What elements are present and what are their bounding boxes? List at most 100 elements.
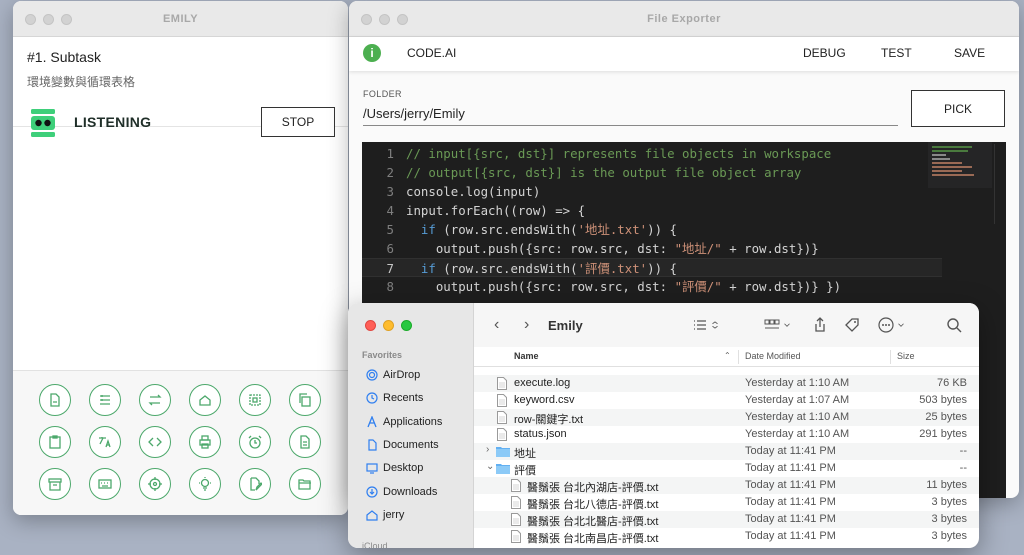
sidebar-item-airdrop[interactable]: AirDrop <box>366 366 420 384</box>
test-menu-item[interactable]: TEST <box>881 46 912 60</box>
more-actions-button[interactable] <box>878 316 906 334</box>
file-row[interactable]: 醫鬚張 台北內湖店-評價.txt Today at 11:41 PM 11 byte… <box>474 477 979 494</box>
view-options-button[interactable] <box>692 316 720 334</box>
tool-button-alarm[interactable] <box>239 426 271 458</box>
code-line[interactable]: 7 if (row.src.endsWith('評價.txt')) { <box>362 258 942 277</box>
line-number: 8 <box>386 279 394 294</box>
sidebar-item-downloads[interactable]: Downloads <box>366 483 437 501</box>
applications-icon <box>367 416 377 428</box>
sidebar-item-documents[interactable]: Documents <box>366 436 439 454</box>
code-line[interactable]: 8 output.push({src: row.src, dst: "評價/" … <box>362 277 942 296</box>
close-window-button[interactable] <box>365 320 376 331</box>
code-token: // input[{src, dst}] represents file obj… <box>406 146 832 161</box>
tool-button-select-all[interactable] <box>239 384 271 416</box>
name-column-header[interactable]: Name <box>514 351 539 361</box>
exporter-window-title: File Exporter <box>647 13 721 25</box>
tool-button-translate[interactable] <box>89 426 121 458</box>
more-icon <box>878 317 894 333</box>
file-row[interactable]: 醫鬚張 台北八德店-評價.txt Today at 11:41 PM 3 bytes <box>474 494 979 511</box>
airdrop-icon <box>366 369 378 381</box>
stop-button[interactable]: STOP <box>261 107 335 137</box>
file-size: 503 bytes <box>919 394 967 406</box>
code-line[interactable]: 3 console.log(input) <box>362 182 942 201</box>
tool-button-code[interactable] <box>139 426 171 458</box>
file-list-icon <box>298 435 312 449</box>
tool-button-clipboard[interactable] <box>39 426 71 458</box>
sidebar-item-desktop[interactable]: Desktop <box>366 459 423 477</box>
search-button[interactable] <box>946 316 962 334</box>
swap-icon <box>148 393 162 407</box>
line-number: 7 <box>386 261 394 276</box>
save-menu-item[interactable]: SAVE <box>954 46 985 60</box>
folder-path-input[interactable] <box>363 102 898 126</box>
tool-button-folder-open[interactable] <box>289 468 321 500</box>
line-number: 1 <box>386 146 394 161</box>
code-line[interactable]: 6 output.push({src: row.src, dst: "地址/" … <box>362 239 942 258</box>
info-icon[interactable]: i <box>363 44 381 62</box>
folder-icon <box>496 447 510 457</box>
file-name: row-關鍵字.txt <box>514 414 584 426</box>
file-size: 3 bytes <box>931 496 967 508</box>
pick-button[interactable]: PICK <box>911 90 1005 127</box>
code-token: console.log(input) <box>406 184 541 199</box>
code-line[interactable]: 5 if (row.src.endsWith('地址.txt')) { <box>362 220 942 239</box>
tool-button-edit-file[interactable] <box>239 468 271 500</box>
back-button[interactable]: ‹ <box>494 316 499 334</box>
tool-button-print[interactable] <box>189 426 221 458</box>
file-row[interactable]: row-關鍵字.txt Yesterday at 1:10 AM 25 bytes <box>474 409 979 426</box>
tool-button-lightbulb[interactable] <box>189 468 221 500</box>
minimize-window-button[interactable] <box>383 320 394 331</box>
sidebar-item-label: Applications <box>383 416 443 428</box>
group-button[interactable] <box>764 316 792 334</box>
sort-ascending-icon: ⌃ <box>724 351 731 360</box>
brand-label: CODE.AI <box>407 46 457 60</box>
sidebar-item-applications[interactable]: Applications <box>366 413 442 431</box>
code-icon <box>148 435 162 449</box>
line-number: 6 <box>386 241 394 256</box>
chevron-down-icon <box>784 323 790 327</box>
size-column-header[interactable]: Size <box>897 351 915 361</box>
file-row[interactable]: status.json Yesterday at 1:10 AM 291 bytes <box>474 426 979 443</box>
download-icon <box>366 486 378 498</box>
file-row[interactable]: › 地址 Today at 11:41 PM -- <box>474 443 979 460</box>
disclosure-closed-icon[interactable]: › <box>486 444 489 455</box>
file-name: 醫鬚張 台北北醫店-評價.txt <box>527 516 659 528</box>
code-line[interactable]: 2 // output[{src, dst}] is the output fil… <box>362 163 942 182</box>
file-size: 3 bytes <box>931 513 967 525</box>
share-button[interactable] <box>812 316 828 334</box>
tool-button-swap[interactable] <box>139 384 171 416</box>
code-line[interactable]: 1 // input[{src, dst}] represents file ob… <box>362 144 942 163</box>
disclosure-open-icon[interactable]: ⌄ <box>486 461 494 472</box>
sidebar-item-recents[interactable]: Recents <box>366 389 423 407</box>
file-row[interactable]: execute.log Yesterday at 1:10 AM 76 KB <box>474 375 979 392</box>
tag-button[interactable] <box>844 316 860 334</box>
editor-scrollbar[interactable] <box>994 144 1002 224</box>
file-row[interactable]: 醫鬚張 台北北醫店-評價.txt Today at 11:41 PM 3 bytes <box>474 511 979 528</box>
forward-button[interactable]: › <box>524 316 529 334</box>
date-column-header[interactable]: Date Modified <box>745 351 801 361</box>
zoom-window-button[interactable] <box>401 320 412 331</box>
search-icon <box>947 318 962 333</box>
code-token: + row.dst})} }) <box>721 279 842 294</box>
tool-button-keyboard[interactable] <box>89 468 121 500</box>
list-icon <box>98 393 112 407</box>
tool-button-file-list[interactable] <box>289 426 321 458</box>
sidebar-item-home[interactable]: jerry <box>366 506 404 524</box>
file-row[interactable]: ⌄ 評價 Today at 11:41 PM -- <box>474 460 979 477</box>
debug-menu-item[interactable]: DEBUG <box>803 46 846 60</box>
tool-button-home[interactable] <box>189 384 221 416</box>
file-row[interactable]: 醫鬚張 台北南昌店-評價.txt Today at 11:41 PM 3 bytes <box>474 528 979 545</box>
window-controls <box>365 320 412 331</box>
clipboard-icon <box>48 435 62 449</box>
tool-button-document[interactable] <box>39 384 71 416</box>
file-row[interactable]: keyword.csv Yesterday at 1:07 AM 503 bytes <box>474 392 979 409</box>
translate-icon <box>98 435 112 449</box>
tool-button-archive[interactable] <box>39 468 71 500</box>
sidebar-item-label: Documents <box>383 439 439 451</box>
tool-button-list[interactable] <box>89 384 121 416</box>
code-line[interactable]: 4 input.forEach((row) => { <box>362 201 942 220</box>
icloud-section-label: iCloud <box>362 541 388 548</box>
tool-button-target[interactable] <box>139 468 171 500</box>
tool-button-copy[interactable] <box>289 384 321 416</box>
emily-window: EMILY #1. Subtask 環境變數與循環表格 LISTENING ST… <box>13 1 348 515</box>
